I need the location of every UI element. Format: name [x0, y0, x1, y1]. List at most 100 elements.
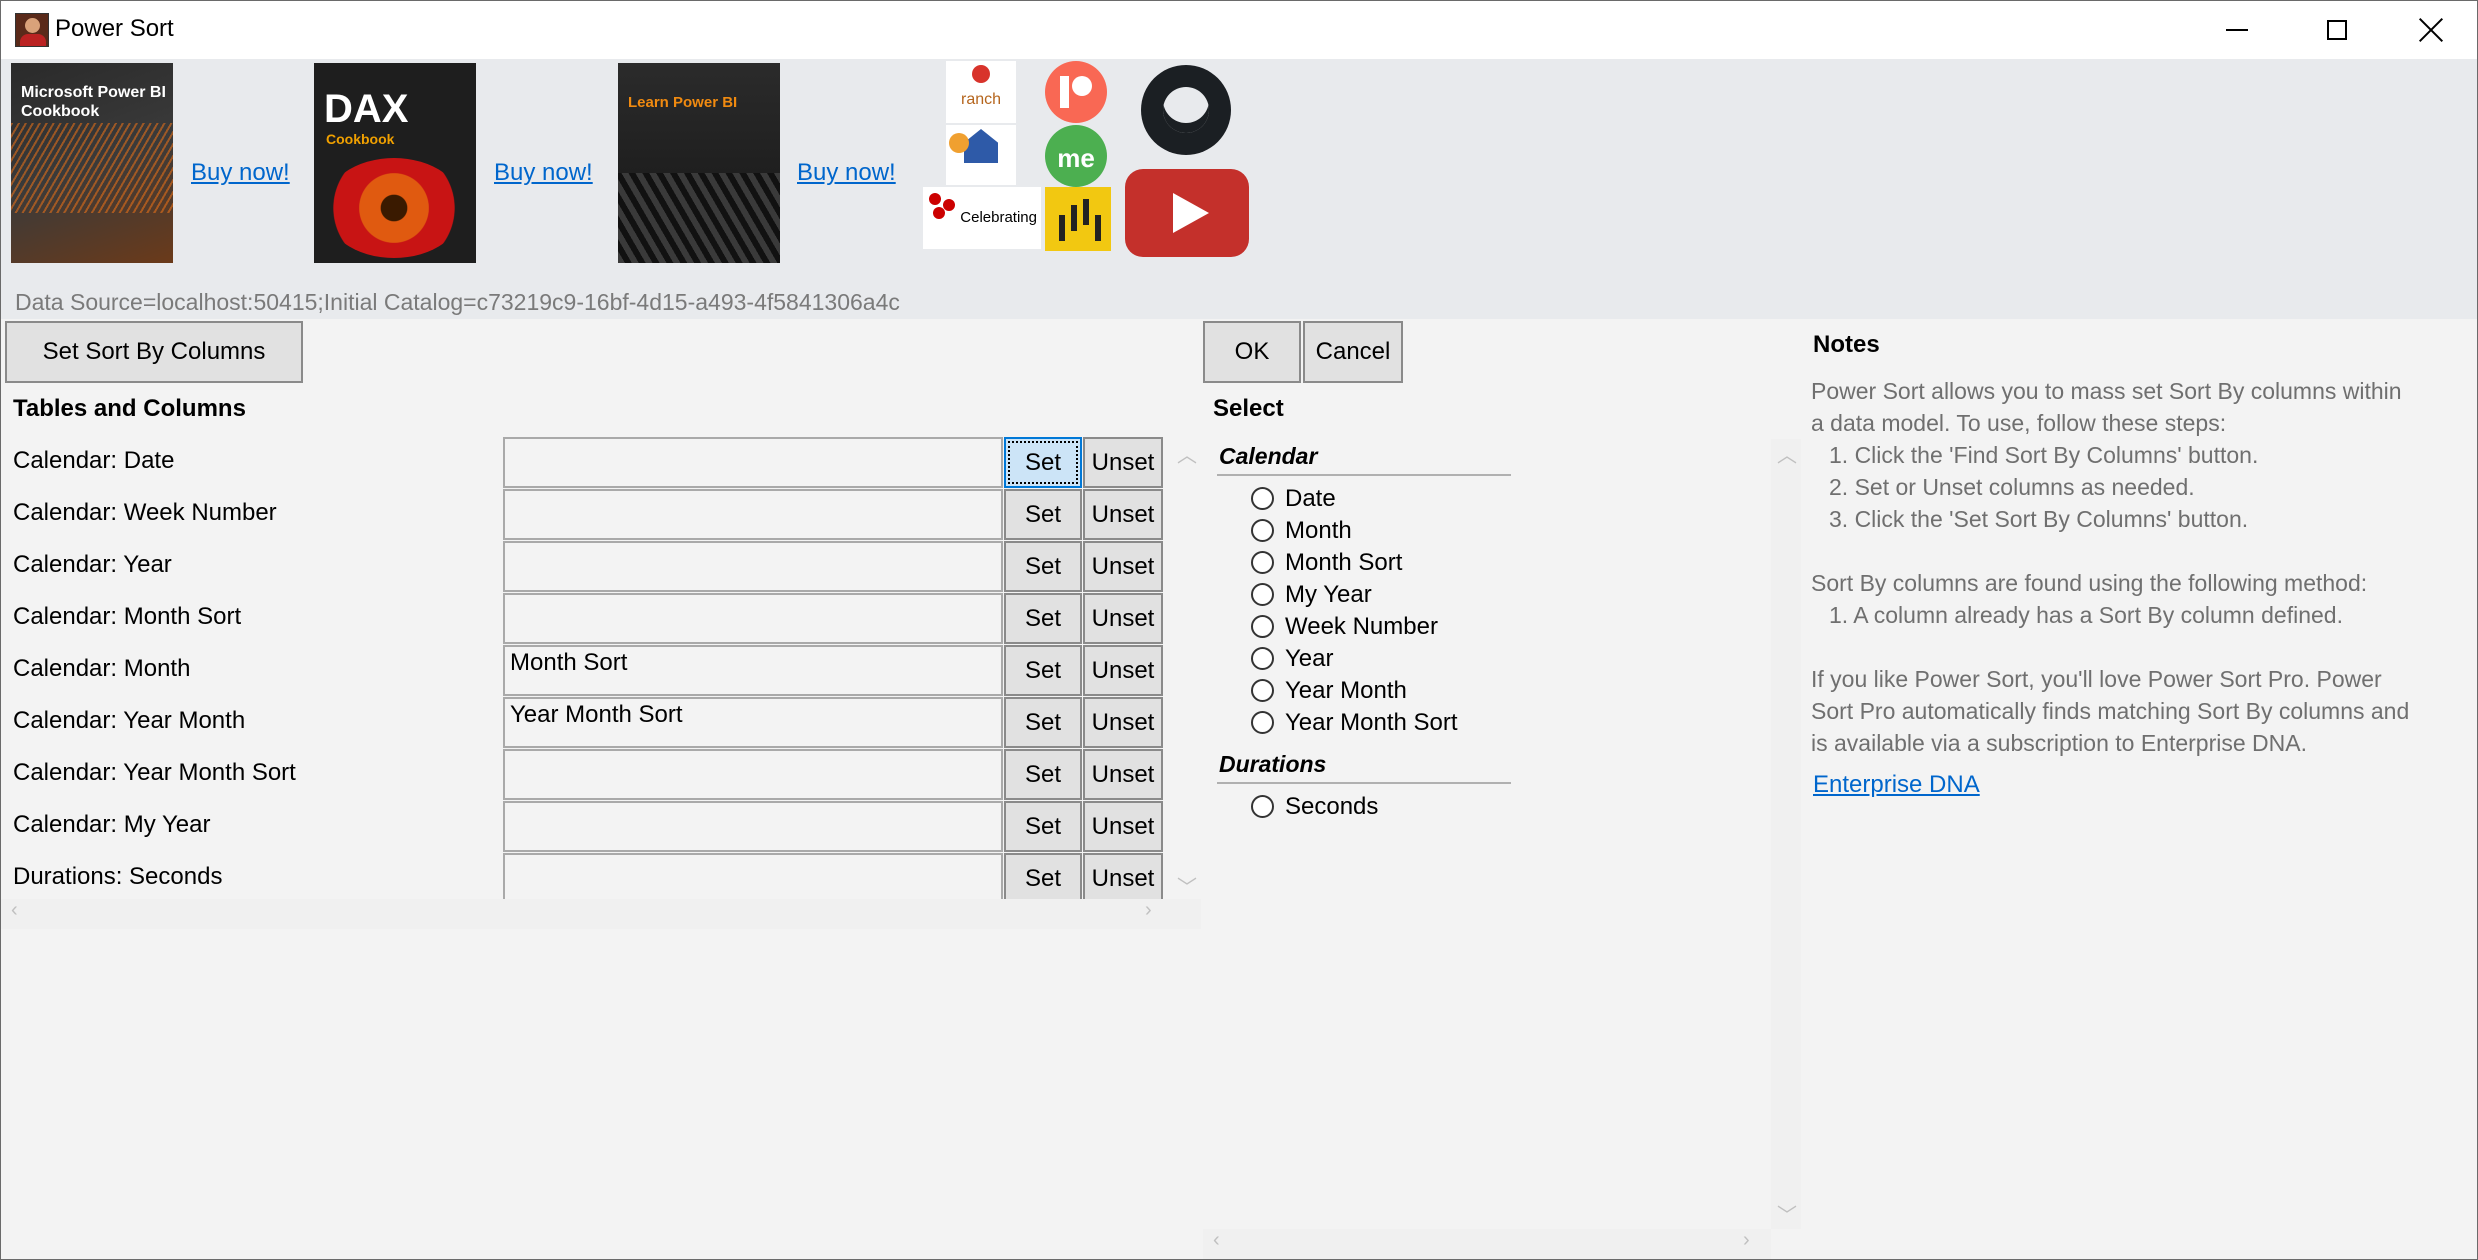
radio-label[interactable]: Seconds: [1285, 793, 1378, 821]
set-button[interactable]: Set: [1004, 801, 1082, 852]
notes-step: 3. Click the 'Set Sort By Columns' butto…: [1829, 506, 2249, 532]
minimize-icon: [2226, 29, 2248, 31]
book-cover-learn-power-bi[interactable]: Learn Power BI: [618, 63, 780, 263]
unset-button[interactable]: Unset: [1083, 697, 1163, 748]
book-title: DAX: [324, 87, 409, 131]
scroll-left-icon[interactable]: ‹: [1213, 1229, 1220, 1252]
unset-button[interactable]: Unset: [1083, 437, 1163, 488]
enterprise-dna-link[interactable]: Enterprise DNA: [1813, 771, 1980, 799]
buy-now-link-2[interactable]: Buy now!: [494, 159, 593, 187]
unset-button[interactable]: Unset: [1083, 541, 1163, 592]
radio-button[interactable]: [1251, 551, 1274, 574]
group-divider: [1217, 474, 1511, 476]
radio-label[interactable]: Year: [1285, 645, 1334, 673]
scroll-down-icon[interactable]: ﹀: [1177, 871, 1197, 900]
power-sort-window: Power Sort Microsoft Power BI Cookbook B…: [0, 0, 2478, 1260]
buy-now-link-3[interactable]: Buy now!: [797, 159, 896, 187]
scroll-up-icon[interactable]: ︿: [1177, 439, 1197, 468]
sort-by-textbox[interactable]: [503, 437, 1003, 488]
select-horizontal-scrollbar[interactable]: ‹ ›: [1203, 1229, 1771, 1259]
github-icon[interactable]: [1141, 65, 1231, 155]
notes-text: Power Sort allows you to mass set Sort B…: [1811, 375, 2411, 759]
radio-label[interactable]: Month Sort: [1285, 549, 1402, 577]
unset-button[interactable]: Unset: [1083, 801, 1163, 852]
sort-by-textbox[interactable]: [503, 801, 1003, 852]
unset-button[interactable]: Unset: [1083, 593, 1163, 644]
notes-header: Notes: [1813, 331, 1880, 358]
tables-vertical-scrollbar[interactable]: ︿ ﹀: [1171, 439, 1201, 899]
scroll-left-icon[interactable]: ‹: [11, 899, 18, 922]
power-bi-icon[interactable]: [1045, 187, 1111, 251]
radio-label[interactable]: Date: [1285, 485, 1336, 513]
set-button[interactable]: Set: [1004, 749, 1082, 800]
house-logo[interactable]: [946, 125, 1016, 185]
select-vertical-scrollbar[interactable]: ︿ ﹀: [1771, 439, 1801, 1229]
column-label: Durations: Seconds: [13, 863, 223, 890]
unset-button[interactable]: Unset: [1083, 749, 1163, 800]
group-title: Durations: [1219, 751, 1327, 777]
app-icon: [15, 13, 49, 47]
radio-button[interactable]: [1251, 795, 1274, 818]
group-title: Calendar: [1219, 443, 1318, 469]
maximize-button[interactable]: [2291, 1, 2383, 59]
radio-button[interactable]: [1251, 487, 1274, 510]
sort-by-textbox[interactable]: [503, 749, 1003, 800]
patreon-icon[interactable]: [1045, 61, 1107, 123]
buymeacoffee-icon[interactable]: me: [1045, 125, 1107, 187]
buy-now-link-1[interactable]: Buy now!: [191, 159, 290, 187]
minimize-button[interactable]: [2191, 1, 2283, 59]
title-bar: Power Sort: [1, 1, 2477, 59]
column-label: Calendar: Year Month Sort: [13, 759, 296, 786]
radio-label[interactable]: Year Month: [1285, 677, 1407, 705]
book-cover-power-bi-cookbook[interactable]: Microsoft Power BI Cookbook: [11, 63, 173, 263]
unset-button[interactable]: Unset: [1083, 489, 1163, 540]
set-button[interactable]: Set: [1004, 541, 1082, 592]
radio-label[interactable]: Month: [1285, 517, 1352, 545]
sort-by-textbox[interactable]: [503, 489, 1003, 540]
sort-by-textbox[interactable]: Month Sort: [503, 645, 1003, 696]
radio-button[interactable]: [1251, 711, 1274, 734]
celebrating-logo[interactable]: Celebrating: [923, 187, 1041, 249]
close-button[interactable]: [2385, 1, 2477, 59]
cancel-button[interactable]: Cancel: [1303, 321, 1403, 383]
ok-button[interactable]: OK: [1203, 321, 1301, 383]
set-button[interactable]: Set: [1004, 697, 1082, 748]
radio-button[interactable]: [1251, 615, 1274, 638]
select-header: Select: [1213, 395, 1284, 422]
sort-by-textbox[interactable]: [503, 541, 1003, 592]
window-title: Power Sort: [55, 15, 174, 42]
column-label: Calendar: Year: [13, 551, 172, 578]
radio-label[interactable]: Week Number: [1285, 613, 1438, 641]
column-label: Calendar: Date: [13, 447, 175, 474]
set-button[interactable]: Set: [1004, 593, 1082, 644]
scroll-right-icon[interactable]: ›: [1145, 899, 1152, 922]
radio-button[interactable]: [1251, 583, 1274, 606]
scroll-right-icon[interactable]: ›: [1743, 1229, 1750, 1252]
scroll-down-icon[interactable]: ﹀: [1777, 1199, 1797, 1228]
set-button[interactable]: Set: [1004, 437, 1082, 488]
book-cover-dax-cookbook[interactable]: DAX Cookbook: [314, 63, 476, 263]
set-button[interactable]: Set: [1004, 645, 1082, 696]
scroll-up-icon[interactable]: ︿: [1777, 439, 1797, 468]
set-sort-by-columns-button[interactable]: Set Sort By Columns: [5, 321, 303, 383]
ranch-logo[interactable]: ranch: [946, 61, 1016, 123]
datasource-label: Data Source=localhost:50415;Initial Cata…: [15, 289, 900, 315]
book-title: Microsoft Power BI Cookbook: [21, 84, 166, 120]
set-button[interactable]: Set: [1004, 489, 1082, 540]
tables-horizontal-scrollbar[interactable]: ‹ ›: [1, 899, 1201, 929]
radio-button[interactable]: [1251, 679, 1274, 702]
sort-by-textbox[interactable]: Year Month Sort: [503, 697, 1003, 748]
unset-button[interactable]: Unset: [1083, 645, 1163, 696]
sort-by-textbox[interactable]: [503, 853, 1003, 904]
book-title: Learn Power BI: [628, 94, 738, 111]
radio-button[interactable]: [1251, 519, 1274, 542]
main-panel: Set Sort By Columns OK Cancel Tables and…: [1, 319, 2477, 1259]
radio-button[interactable]: [1251, 647, 1274, 670]
sort-by-textbox[interactable]: [503, 593, 1003, 644]
youtube-icon[interactable]: [1125, 169, 1249, 257]
tables-header: Tables and Columns: [13, 395, 246, 422]
radio-label[interactable]: Year Month Sort: [1285, 709, 1458, 737]
unset-button[interactable]: Unset: [1083, 853, 1163, 904]
set-button[interactable]: Set: [1004, 853, 1082, 904]
radio-label[interactable]: My Year: [1285, 581, 1372, 609]
